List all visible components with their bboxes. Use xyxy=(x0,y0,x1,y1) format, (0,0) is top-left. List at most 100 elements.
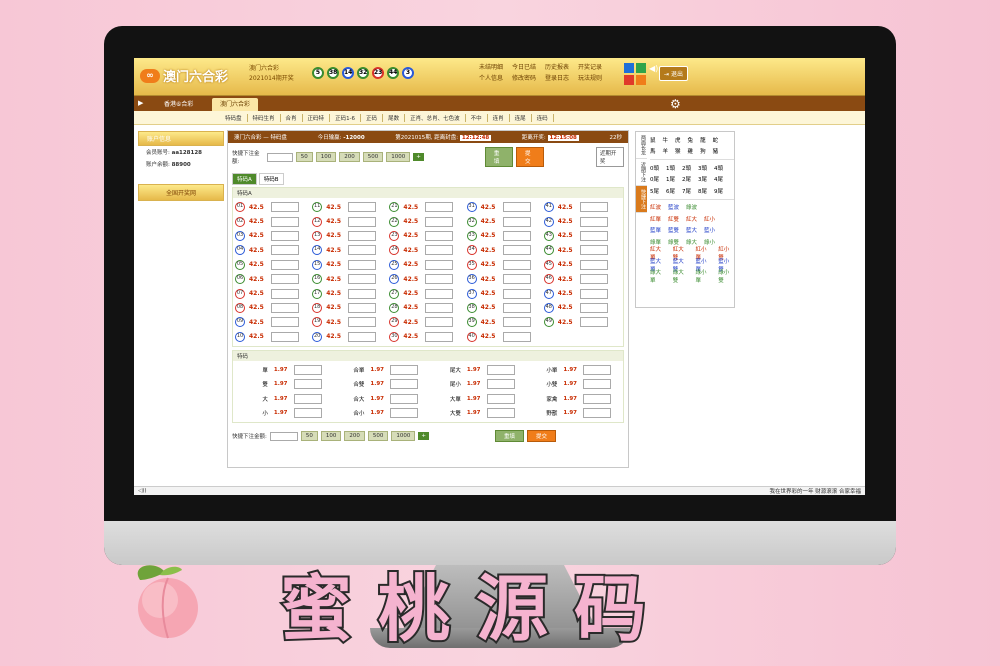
bet-amount-input[interactable] xyxy=(271,230,299,241)
tab-special-a[interactable]: 特码A xyxy=(232,173,257,185)
bet-amount-input[interactable] xyxy=(348,202,377,213)
subnav-item[interactable]: 正码1-6 xyxy=(330,113,362,122)
head-tail-option[interactable]: 2頭 xyxy=(682,164,691,172)
bet-amount-input[interactable] xyxy=(579,302,608,313)
bet-amount-input[interactable] xyxy=(579,245,608,256)
bet-amount-input[interactable] xyxy=(425,230,454,241)
subnav-item[interactable]: 正肖、总肖、七色波 xyxy=(405,113,466,122)
wave-option[interactable]: 綠小單 xyxy=(696,268,712,284)
bet-amount-input[interactable] xyxy=(348,245,377,256)
bet-amount-input[interactable] xyxy=(502,245,531,256)
wave-option[interactable]: 紅大 xyxy=(686,215,697,223)
bet-amount-input[interactable] xyxy=(390,393,418,404)
subnav-item[interactable]: 尾数 xyxy=(383,113,406,122)
wave-option[interactable]: 綠小雙 xyxy=(718,268,734,284)
bet-amount-input[interactable] xyxy=(390,379,418,390)
bet-amount-input[interactable] xyxy=(486,365,515,376)
bet-amount-input[interactable] xyxy=(502,202,531,213)
quick-amount-button[interactable]: 200 xyxy=(344,431,365,442)
head-tail-option[interactable]: 5尾 xyxy=(650,187,659,195)
bet-amount-input[interactable] xyxy=(486,408,515,419)
national-results-button[interactable]: 全国开奖网 xyxy=(138,184,224,201)
zodiac-option[interactable]: 豬 xyxy=(713,147,719,155)
bet-amount-input[interactable] xyxy=(348,259,377,270)
bet-amount-input[interactable] xyxy=(271,274,299,285)
top-link[interactable]: 修改密码 xyxy=(512,73,536,82)
quick-amount-button[interactable]: 100 xyxy=(320,431,342,442)
tab-hk-lottery[interactable]: 香港⑥合彩 xyxy=(156,98,201,111)
gear-icon[interactable]: ⚙ xyxy=(670,97,681,111)
head-tail-option[interactable]: 1尾 xyxy=(666,175,675,183)
bet-amount-input[interactable] xyxy=(502,274,531,285)
bet-amount-input[interactable] xyxy=(271,302,299,313)
zodiac-option[interactable]: 兔 xyxy=(688,136,694,144)
bet-amount-input[interactable] xyxy=(579,216,608,227)
add-amount-button[interactable]: + xyxy=(413,153,424,161)
bet-amount-input[interactable] xyxy=(425,259,454,270)
zodiac-option[interactable]: 蛇 xyxy=(713,136,719,144)
wave-option[interactable]: 藍小 xyxy=(704,226,715,234)
bet-amount-input[interactable] xyxy=(390,365,418,376)
bet-amount-input[interactable] xyxy=(271,331,299,342)
zodiac-option[interactable]: 羊 xyxy=(663,147,669,155)
zodiac-option[interactable]: 牛 xyxy=(663,136,669,144)
bet-amount-input[interactable] xyxy=(348,216,377,227)
bet-amount-input[interactable] xyxy=(271,317,299,328)
bet-amount-input[interactable] xyxy=(348,288,377,299)
head-tail-option[interactable]: 3頭 xyxy=(698,164,707,172)
right-tab[interactable]: 两面长龙 xyxy=(636,132,647,159)
bet-amount-input[interactable] xyxy=(348,274,377,285)
top-link[interactable]: 今日已结 xyxy=(512,62,536,71)
subnav-item[interactable]: 连尾 xyxy=(510,113,532,122)
subnav-item[interactable]: 特码盘 xyxy=(220,113,248,122)
bet-amount-input[interactable] xyxy=(390,408,418,419)
bet-amount-input[interactable] xyxy=(425,274,454,285)
subnav-item[interactable]: 连肖 xyxy=(488,113,510,122)
wave-option[interactable]: 紅小 xyxy=(704,215,715,223)
bet-amount-input[interactable] xyxy=(271,259,299,270)
wave-option[interactable]: 藍雙 xyxy=(668,226,679,234)
right-tab[interactable]: 快捷下注 xyxy=(636,186,647,213)
bet-amount-input[interactable] xyxy=(348,317,377,328)
zodiac-option[interactable]: 鼠 xyxy=(650,136,656,144)
exit-button[interactable]: ⇥ 退出 xyxy=(659,66,688,81)
zodiac-option[interactable]: 猴 xyxy=(675,147,681,155)
head-tail-option[interactable]: 6尾 xyxy=(666,187,675,195)
top-link[interactable]: 登录日志 xyxy=(545,73,569,82)
tab-macau-lottery[interactable]: 澳门六合彩 xyxy=(212,98,259,111)
quick-bet-input[interactable] xyxy=(266,152,293,162)
bet-amount-input[interactable] xyxy=(425,302,454,313)
bet-amount-input[interactable] xyxy=(348,331,377,342)
top-link[interactable]: 玩法规则 xyxy=(578,73,602,82)
bet-amount-input[interactable] xyxy=(579,230,608,241)
subnav-item[interactable]: 特码生肖 xyxy=(248,113,281,122)
bet-amount-input[interactable] xyxy=(579,259,608,270)
bet-amount-input[interactable] xyxy=(425,317,454,328)
bet-amount-input[interactable] xyxy=(502,302,531,313)
bet-amount-input[interactable] xyxy=(293,408,322,419)
head-tail-option[interactable]: 2尾 xyxy=(682,175,691,183)
submit-button[interactable]: 提交 xyxy=(515,147,545,167)
bet-amount-input[interactable] xyxy=(271,288,299,299)
quick-amount-button[interactable]: 1000 xyxy=(386,152,411,162)
wave-option[interactable]: 綠大單 xyxy=(650,268,666,284)
bet-amount-input[interactable] xyxy=(293,393,322,404)
wave-option[interactable]: 綠波 xyxy=(686,203,697,211)
quick-amount-button[interactable]: 200 xyxy=(339,152,360,162)
quick-amount-button[interactable]: 100 xyxy=(315,152,337,162)
bet-amount-input[interactable] xyxy=(271,245,299,256)
quick-bet-input[interactable] xyxy=(269,431,298,441)
subnav-item[interactable]: 正码 xyxy=(361,113,384,122)
bet-amount-input[interactable] xyxy=(583,393,611,404)
top-link[interactable]: 开奖记录 xyxy=(578,62,602,71)
top-link[interactable]: 未结明细 xyxy=(479,62,503,71)
head-tail-option[interactable]: 4頭 xyxy=(714,164,723,172)
top-link[interactable]: 个人信息 xyxy=(479,73,503,82)
wave-option[interactable]: 紅單 xyxy=(650,215,661,223)
bet-amount-input[interactable] xyxy=(502,230,531,241)
bet-amount-input[interactable] xyxy=(502,288,531,299)
subnav-item[interactable]: 连码 xyxy=(532,113,554,122)
subnav-item[interactable]: 合肖 xyxy=(281,113,303,122)
bet-amount-input[interactable] xyxy=(579,202,608,213)
quick-amount-button[interactable]: 1000 xyxy=(391,431,416,442)
